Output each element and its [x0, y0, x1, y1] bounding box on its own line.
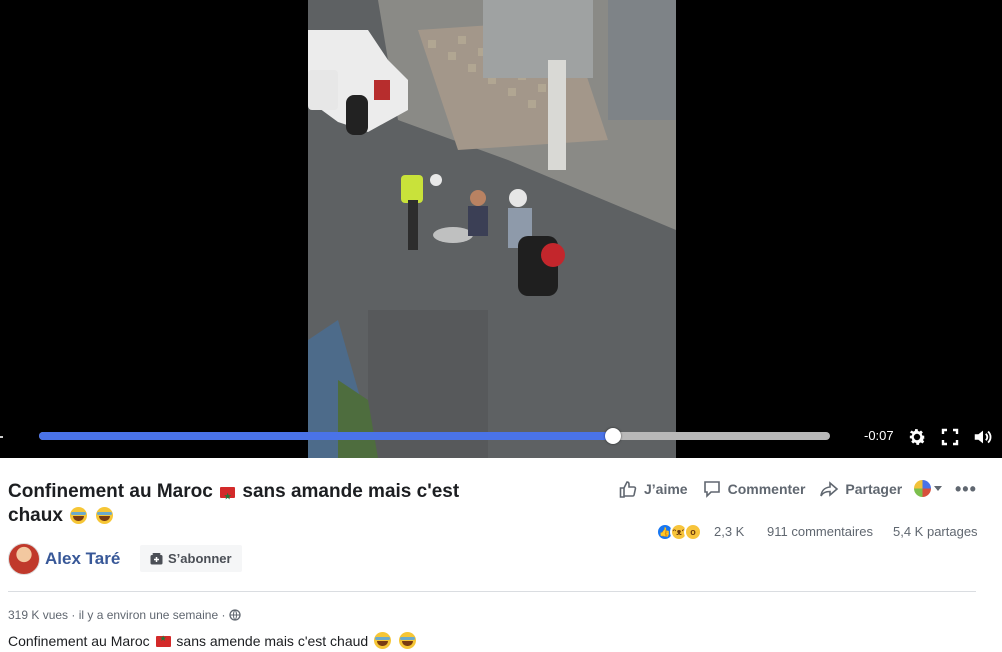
post-meta: 319 K vues · il y a environ une semaine …: [8, 608, 242, 622]
laughing-tears-emoji-icon: [398, 632, 416, 649]
action-bar: J’aime Commenter Partager: [618, 478, 916, 500]
post-title: Confinement au Maroc sans amande mais c'…: [8, 480, 528, 528]
wow-reaction-icon: o: [684, 523, 702, 541]
reaction-count[interactable]: 2,3 K: [714, 524, 744, 539]
comment-label: Commenter: [727, 481, 806, 497]
post-description: Confinement au Maroc sans amende mais c'…: [8, 632, 418, 649]
view-as-selector[interactable]: [914, 480, 942, 497]
author-avatar[interactable]: [8, 543, 40, 575]
laughing-tears-emoji-icon: [374, 632, 392, 649]
like-button[interactable]: J’aime: [618, 479, 688, 499]
volume-icon[interactable]: [972, 426, 994, 448]
video-still-image: [308, 0, 676, 458]
subscribe-icon: [150, 552, 163, 564]
title-text: sans amande mais c'est: [242, 481, 460, 502]
reactions-summary[interactable]: 👍 ᵔᴥᵔ o: [656, 523, 702, 541]
share-count[interactable]: 5,4 K partages: [893, 524, 978, 539]
video-player[interactable]: -0:07: [0, 0, 1002, 458]
morocco-flag-icon: [155, 634, 171, 647]
description-text: sans amende mais c'est chaud: [176, 633, 369, 649]
share-button[interactable]: Partager: [819, 479, 902, 499]
subscribe-label: S’abonner: [168, 551, 232, 566]
share-label: Partager: [845, 481, 903, 497]
globe-icon: [229, 609, 242, 621]
subscribe-button[interactable]: S’abonner: [140, 545, 242, 572]
page-avatar-icon: [914, 480, 931, 497]
morocco-flag-icon: [220, 485, 236, 509]
description-text: Confinement au Maroc: [8, 633, 150, 649]
progress-handle[interactable]: [605, 428, 621, 444]
video-controls: -0:07: [0, 418, 1002, 458]
title-text: chaux: [8, 505, 63, 526]
progress-track[interactable]: [39, 432, 830, 440]
gear-icon[interactable]: [906, 426, 928, 448]
divider: [8, 591, 976, 592]
title-text: Confinement au Maroc: [8, 481, 213, 502]
comment-count[interactable]: 911 commentaires: [767, 524, 873, 539]
like-label: J’aime: [644, 481, 688, 497]
video-frame[interactable]: [308, 0, 676, 458]
meta-text: 319 K vues · il y a environ une semaine …: [8, 608, 226, 622]
comment-button[interactable]: Commenter: [702, 479, 806, 499]
comment-icon: [703, 481, 720, 498]
progress-fill: [39, 432, 612, 440]
thumbs-up-icon: [619, 481, 637, 498]
fullscreen-icon[interactable]: [940, 426, 962, 448]
edge-marker: [0, 436, 3, 438]
time-remaining: -0:07: [864, 428, 894, 443]
author-name[interactable]: Alex Taré: [45, 549, 120, 569]
more-options-icon[interactable]: •••: [955, 479, 977, 500]
laughing-tears-emoji-icon: [70, 507, 88, 524]
share-arrow-icon: [820, 481, 839, 497]
chevron-down-icon: [934, 486, 942, 491]
laughing-tears-emoji-icon: [96, 507, 114, 524]
